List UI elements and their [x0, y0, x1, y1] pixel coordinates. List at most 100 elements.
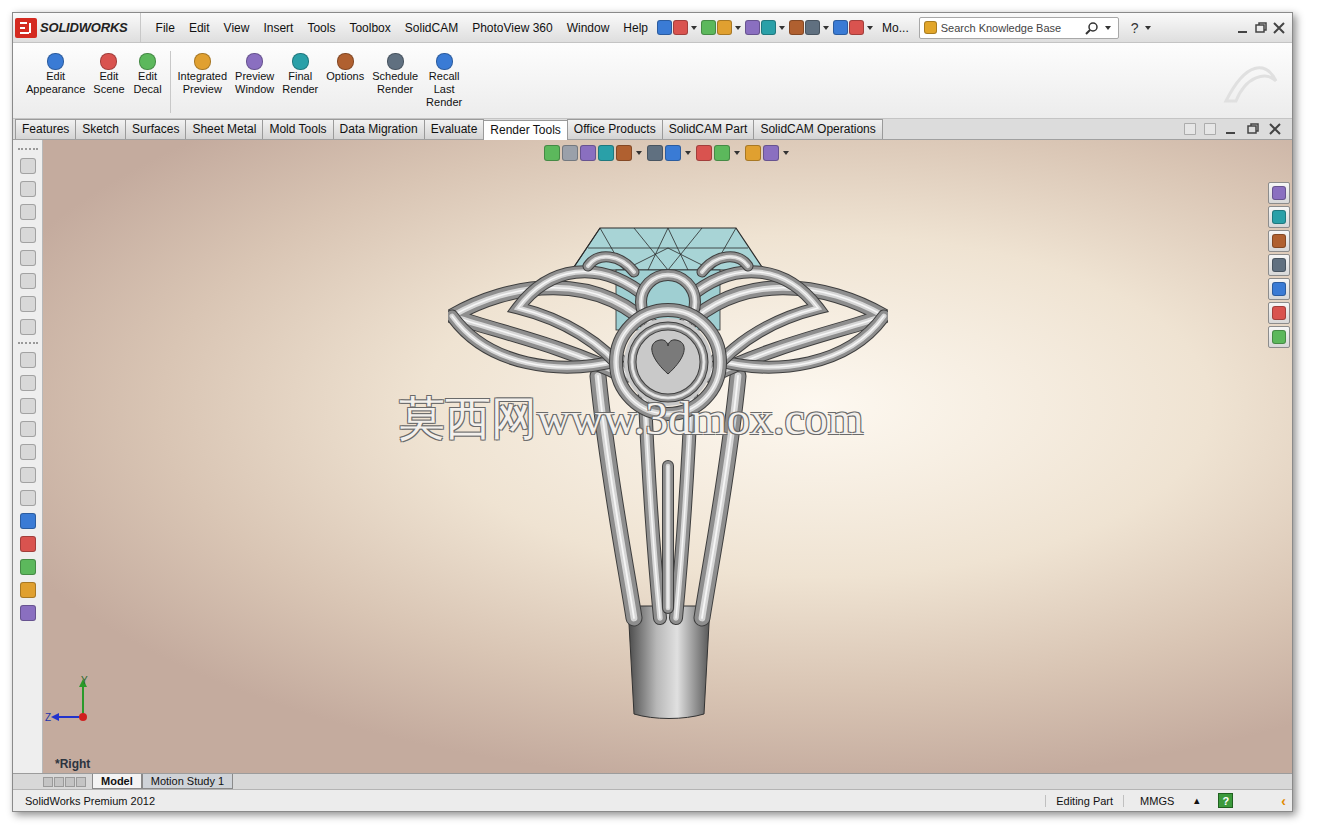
- menu-item[interactable]: Toolbox: [344, 19, 395, 37]
- task-pane-button[interactable]: [1268, 254, 1290, 276]
- command-button[interactable]: FinalRender: [279, 51, 321, 113]
- view-tool-icon[interactable]: [598, 145, 614, 161]
- help-button[interactable]: ?: [1131, 20, 1139, 36]
- menu-item[interactable]: Tools: [302, 19, 340, 37]
- command-tab[interactable]: SolidCAM Part: [662, 119, 755, 139]
- quick-tool-icon[interactable]: [833, 20, 848, 35]
- command-button[interactable]: EditAppearance: [23, 51, 88, 113]
- view-tool-icon[interactable]: [696, 145, 712, 161]
- units-menu[interactable]: ▴: [1190, 794, 1204, 807]
- command-button[interactable]: Options: [323, 51, 367, 113]
- tool-icon[interactable]: [20, 375, 36, 391]
- command-button[interactable]: IntegratedPreview: [175, 51, 231, 113]
- search-field[interactable]: Search Knowledge Base: [919, 17, 1119, 39]
- quick-tool-icon[interactable]: [805, 20, 820, 35]
- minimize-icon[interactable]: [1236, 21, 1250, 35]
- tab-nav-button[interactable]: [65, 777, 75, 787]
- tool-icon[interactable]: [20, 582, 36, 598]
- quick-tool-icon[interactable]: [745, 20, 760, 35]
- collapse-button[interactable]: ‹: [1281, 793, 1286, 809]
- command-tab[interactable]: Surfaces: [125, 119, 186, 139]
- view-tool-icon[interactable]: [714, 145, 730, 161]
- tool-icon[interactable]: [20, 181, 36, 197]
- menu-item[interactable]: View: [219, 19, 255, 37]
- tab-nav-button[interactable]: [43, 777, 53, 787]
- menu-item[interactable]: PhotoView 360: [467, 19, 558, 37]
- command-button[interactable]: RecallLastRender: [423, 51, 465, 113]
- menu-item[interactable]: Edit: [184, 19, 215, 37]
- view-tool-caret[interactable]: [734, 151, 740, 155]
- quick-tool-icon[interactable]: [849, 20, 864, 35]
- tool-icon[interactable]: [20, 559, 36, 575]
- help-caret[interactable]: [1145, 26, 1151, 30]
- tool-icon[interactable]: [20, 605, 36, 621]
- model-tab[interactable]: Motion Study 1: [142, 774, 233, 789]
- toolbar-overflow[interactable]: Mo...: [882, 21, 909, 35]
- view-tool-icon[interactable]: [745, 145, 761, 161]
- command-tab[interactable]: Sheet Metal: [185, 119, 263, 139]
- tool-icon[interactable]: [20, 204, 36, 220]
- tab-nav-button[interactable]: [76, 777, 86, 787]
- quick-tool-icon[interactable]: [761, 20, 776, 35]
- quick-tool-icon[interactable]: [701, 20, 716, 35]
- view-tool-icon[interactable]: [763, 145, 779, 161]
- quick-tool-icon[interactable]: [673, 20, 688, 35]
- dropdown-caret[interactable]: [823, 26, 829, 30]
- command-button[interactable]: EditDecal: [130, 51, 166, 113]
- command-button[interactable]: ScheduleRender: [369, 51, 421, 113]
- view-tool-icon[interactable]: [562, 145, 578, 161]
- command-button[interactable]: PreviewWindow: [232, 51, 277, 113]
- tool-icon[interactable]: [20, 158, 36, 174]
- menu-item[interactable]: Insert: [258, 19, 298, 37]
- quick-tool-icon[interactable]: [789, 20, 804, 35]
- tool-icon[interactable]: [20, 467, 36, 483]
- task-pane-button[interactable]: [1268, 206, 1290, 228]
- menu-item[interactable]: Window: [562, 19, 615, 37]
- restore-icon[interactable]: [1254, 21, 1268, 35]
- doc-restore-icon[interactable]: [1246, 122, 1260, 136]
- view-tool-caret[interactable]: [685, 151, 691, 155]
- command-tab[interactable]: Mold Tools: [262, 119, 333, 139]
- tab-nav-button[interactable]: [54, 777, 64, 787]
- tool-icon[interactable]: [20, 227, 36, 243]
- dropdown-caret[interactable]: [735, 26, 741, 30]
- command-tab[interactable]: Evaluate: [424, 119, 485, 139]
- menu-item[interactable]: Help: [618, 19, 653, 37]
- command-tab[interactable]: SolidCAM Operations: [753, 119, 882, 139]
- tool-icon[interactable]: [20, 250, 36, 266]
- search-caret[interactable]: [1105, 26, 1111, 30]
- doc-close-icon[interactable]: [1268, 122, 1282, 136]
- close-icon[interactable]: [1272, 21, 1286, 35]
- command-tab[interactable]: Sketch: [75, 119, 126, 139]
- tool-icon[interactable]: [20, 296, 36, 312]
- tool-icon[interactable]: [20, 273, 36, 289]
- task-pane-button[interactable]: [1268, 230, 1290, 252]
- dropdown-caret[interactable]: [691, 26, 697, 30]
- view-tool-icon[interactable]: [665, 145, 681, 161]
- tile-icon[interactable]: [1204, 123, 1216, 135]
- dropdown-caret[interactable]: [867, 26, 873, 30]
- tool-icon[interactable]: [20, 421, 36, 437]
- dropdown-caret[interactable]: [779, 26, 785, 30]
- command-tab[interactable]: Features: [15, 119, 76, 139]
- tool-icon[interactable]: [20, 490, 36, 506]
- command-tab[interactable]: Data Migration: [333, 119, 425, 139]
- tile-icon[interactable]: [1184, 123, 1196, 135]
- doc-minimize-icon[interactable]: [1224, 122, 1238, 136]
- menu-item[interactable]: SolidCAM: [400, 19, 463, 37]
- command-button[interactable]: EditScene: [90, 51, 127, 113]
- quick-tool-icon[interactable]: [717, 20, 732, 35]
- tool-icon[interactable]: [20, 444, 36, 460]
- tool-icon[interactable]: [20, 319, 36, 335]
- task-pane-button[interactable]: [1268, 182, 1290, 204]
- graphics-area[interactable]: 莫西网www.3dmox.comYZ*Right: [43, 140, 1292, 773]
- task-pane-button[interactable]: [1268, 278, 1290, 300]
- search-icon[interactable]: [1085, 21, 1099, 35]
- view-tool-icon[interactable]: [647, 145, 663, 161]
- status-help-button[interactable]: ?: [1218, 793, 1233, 808]
- view-tool-icon[interactable]: [544, 145, 560, 161]
- tool-icon[interactable]: [20, 398, 36, 414]
- menu-item[interactable]: File: [151, 19, 180, 37]
- tool-icon[interactable]: [20, 536, 36, 552]
- command-tab[interactable]: Render Tools: [483, 120, 568, 140]
